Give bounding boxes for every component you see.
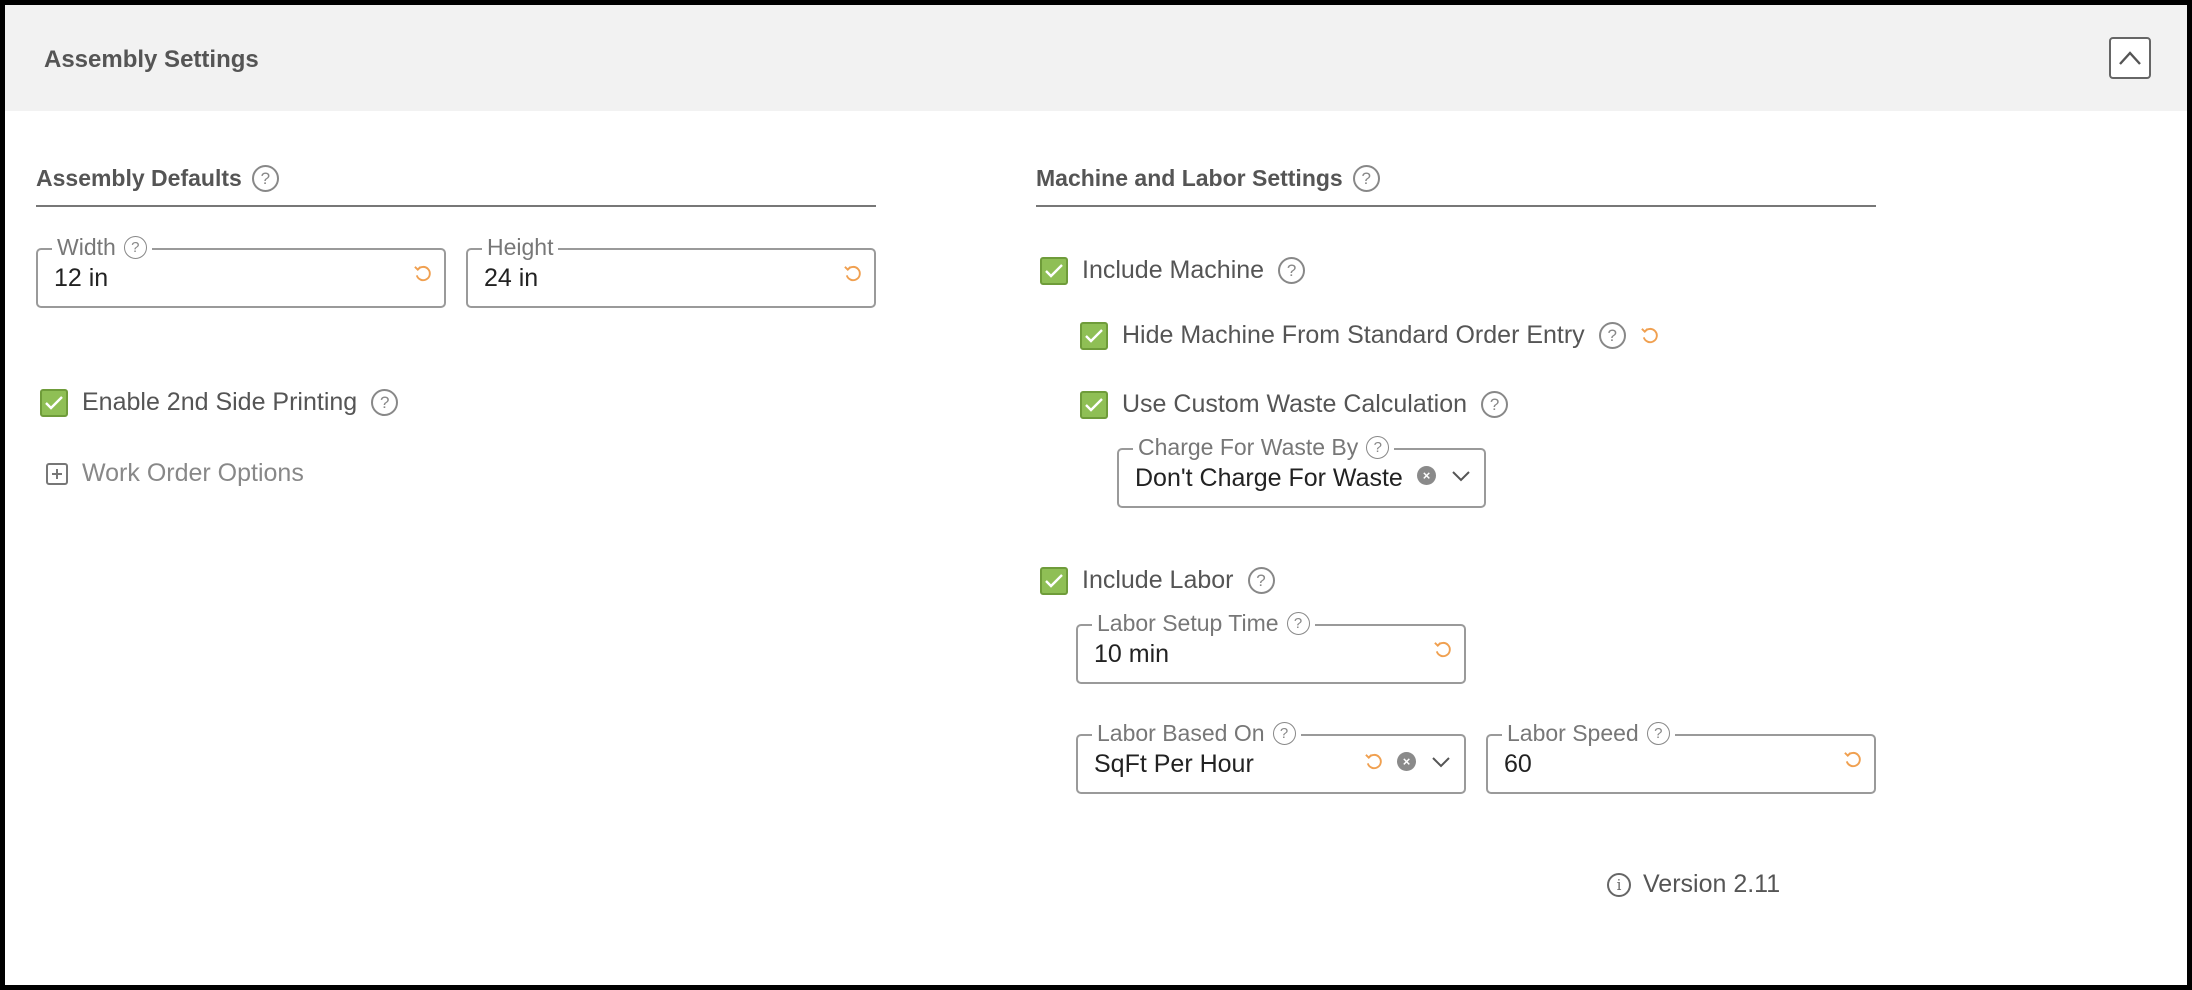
height-legend: Height	[482, 234, 559, 261]
labor-based-on-label: Labor Based On	[1097, 720, 1265, 746]
include-labor-row[interactable]: Include Labor ?	[1040, 566, 1275, 595]
help-icon[interactable]: ?	[123, 236, 147, 259]
labor-speed-legend: Labor Speed ?	[1502, 720, 1675, 747]
help-icon[interactable]: ?	[371, 389, 399, 416]
expand-plus-icon	[46, 462, 68, 485]
custom-waste-row[interactable]: Use Custom Waste Calculation ?	[1080, 390, 1509, 419]
height-label: Height	[487, 234, 554, 260]
charge-for-waste-select[interactable]: Charge For Waste By ? Don't Charge For W…	[1117, 434, 1486, 508]
labor-based-on-value: SqFt Per Hour	[1094, 750, 1254, 778]
height-field[interactable]: Height 24 in	[466, 234, 876, 308]
reset-icon[interactable]	[843, 264, 862, 283]
check-icon	[1045, 573, 1063, 588]
labor-setup-time-field[interactable]: Labor Setup Time ? 10 min	[1076, 610, 1466, 684]
include-machine-row[interactable]: Include Machine ?	[1040, 256, 1306, 285]
include-machine-checkbox[interactable]	[1040, 256, 1068, 285]
labor-setup-time-label: Labor Setup Time	[1097, 610, 1279, 636]
version-info: i Version 2.11	[1607, 870, 1780, 899]
check-icon	[1085, 328, 1103, 343]
info-icon: i	[1607, 872, 1631, 897]
chevron-up-icon	[2119, 51, 2141, 65]
height-value: 24 in	[484, 264, 539, 292]
help-icon[interactable]: ?	[1366, 436, 1390, 459]
labor-based-on-legend: Labor Based On ?	[1092, 720, 1301, 747]
check-icon	[1085, 397, 1103, 412]
reset-icon[interactable]	[413, 264, 432, 283]
machine-labor-heading: Machine and Labor Settings ?	[1036, 165, 1380, 192]
custom-waste-checkbox[interactable]	[1080, 390, 1108, 419]
clear-icon[interactable]: ×	[1417, 465, 1436, 485]
help-icon[interactable]: ?	[1598, 322, 1626, 349]
charge-for-waste-value: Don't Charge For Waste	[1135, 464, 1403, 492]
section-divider	[36, 205, 876, 207]
help-icon[interactable]: ?	[1247, 567, 1275, 594]
help-icon[interactable]: ?	[1481, 391, 1509, 418]
labor-setup-time-legend: Labor Setup Time ?	[1092, 610, 1315, 637]
help-icon[interactable]: ?	[1646, 722, 1670, 745]
enable-2nd-side-checkbox[interactable]	[40, 388, 68, 417]
width-label: Width	[57, 234, 116, 260]
reset-icon[interactable]	[1640, 326, 1659, 345]
check-icon	[45, 395, 63, 410]
include-labor-checkbox[interactable]	[1040, 566, 1068, 595]
work-order-options-toggle[interactable]: Work Order Options	[46, 459, 304, 488]
version-label: Version 2.11	[1643, 870, 1781, 898]
clear-icon[interactable]: ×	[1397, 751, 1416, 771]
help-icon[interactable]: ?	[251, 165, 279, 192]
charge-for-waste-label: Charge For Waste By	[1138, 434, 1359, 460]
help-icon[interactable]: ?	[1352, 165, 1380, 192]
width-legend: Width ?	[52, 234, 152, 261]
labor-based-on-select[interactable]: Labor Based On ? SqFt Per Hour ×	[1076, 720, 1466, 794]
settings-panel: Assembly Settings Assembly Defaults ? Wi…	[5, 5, 2187, 985]
hide-machine-checkbox[interactable]	[1080, 321, 1108, 350]
section-divider	[1036, 205, 1876, 207]
labor-speed-label: Labor Speed	[1507, 720, 1639, 746]
labor-speed-field[interactable]: Labor Speed ? 60	[1486, 720, 1876, 794]
hide-machine-label: Hide Machine From Standard Order Entry	[1122, 321, 1585, 349]
include-labor-label: Include Labor	[1082, 566, 1234, 594]
reset-icon[interactable]	[1843, 750, 1862, 769]
chevron-down-icon[interactable]	[1430, 750, 1452, 772]
width-field[interactable]: Width ? 12 in	[36, 234, 446, 308]
help-icon[interactable]: ?	[1272, 722, 1296, 745]
help-icon[interactable]: ?	[1278, 257, 1306, 284]
labor-speed-value: 60	[1504, 750, 1532, 778]
charge-for-waste-legend: Charge For Waste By ?	[1133, 434, 1395, 461]
enable-2nd-side-row[interactable]: Enable 2nd Side Printing ?	[40, 388, 399, 417]
labor-setup-time-value: 10 min	[1094, 640, 1170, 668]
panel-title: Assembly Settings	[44, 46, 259, 73]
machine-labor-title: Machine and Labor Settings	[1036, 165, 1343, 191]
panel-header: Assembly Settings	[5, 5, 2187, 111]
custom-waste-label: Use Custom Waste Calculation	[1122, 390, 1468, 418]
check-icon	[1045, 263, 1063, 278]
enable-2nd-side-label: Enable 2nd Side Printing	[82, 388, 358, 416]
assembly-defaults-title: Assembly Defaults	[36, 165, 242, 191]
width-value: 12 in	[54, 264, 109, 292]
reset-icon[interactable]	[1364, 752, 1383, 771]
work-order-options-label: Work Order Options	[82, 459, 304, 487]
include-machine-label: Include Machine	[1082, 256, 1265, 284]
chevron-down-icon[interactable]	[1450, 464, 1472, 486]
help-icon[interactable]: ?	[1286, 612, 1310, 635]
collapse-button[interactable]	[2109, 37, 2151, 79]
hide-machine-row[interactable]: Hide Machine From Standard Order Entry ?	[1080, 321, 1659, 350]
reset-icon[interactable]	[1433, 640, 1452, 659]
assembly-defaults-heading: Assembly Defaults ?	[36, 165, 279, 192]
